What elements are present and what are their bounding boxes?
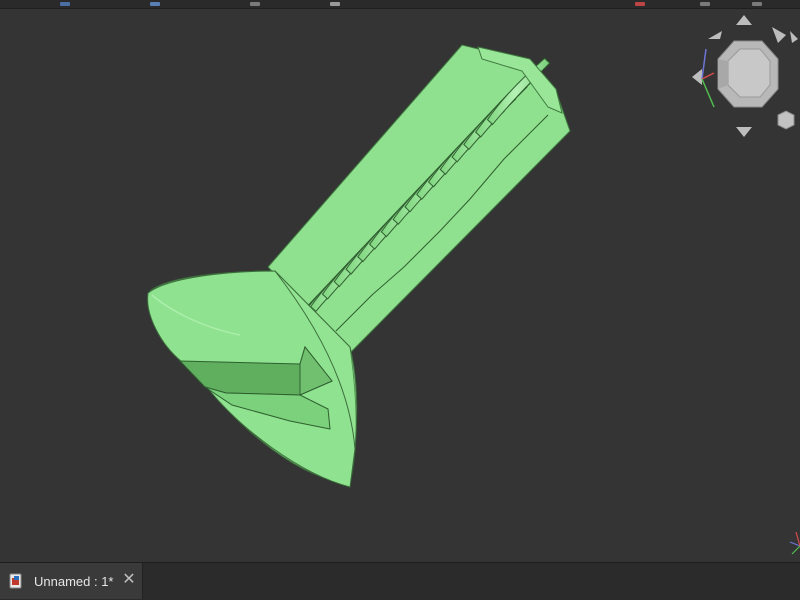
toolbar-icon[interactable] xyxy=(700,2,710,6)
view-menu-icon[interactable] xyxy=(777,110,795,130)
toolbar-icon[interactable] xyxy=(635,2,645,6)
screw-model[interactable] xyxy=(0,9,800,563)
axis-triad-icon xyxy=(701,48,715,108)
rotate-right-arrow-icon[interactable] xyxy=(772,27,786,43)
toolbar-strip xyxy=(0,0,800,9)
freecad-document-icon xyxy=(9,573,22,589)
document-tab-bar: Unnamed : 1* ✕ xyxy=(0,562,800,600)
navigation-cube[interactable] xyxy=(688,9,800,139)
screw-shank[interactable] xyxy=(267,44,571,354)
close-tab-icon[interactable]: ✕ xyxy=(122,572,136,588)
tab-unnamed-document[interactable]: Unnamed : 1* ✕ xyxy=(0,563,143,599)
toolbar-icon[interactable] xyxy=(60,2,70,6)
corner-axis-indicator-icon xyxy=(780,520,800,560)
toolbar-icon[interactable] xyxy=(330,2,340,6)
tab-label: Unnamed : 1* xyxy=(34,573,114,589)
arrow-left-icon[interactable] xyxy=(692,69,702,85)
rotate-left-arrow-icon[interactable] xyxy=(708,31,722,39)
arrow-up-icon[interactable] xyxy=(736,15,752,25)
3d-viewport[interactable] xyxy=(0,9,800,563)
toolbar-icon[interactable] xyxy=(250,2,260,6)
arrow-down-icon[interactable] xyxy=(736,127,752,137)
toolbar-icon[interactable] xyxy=(150,2,160,6)
arrow-corner-icon[interactable] xyxy=(790,31,798,43)
cad-application: Unnamed : 1* ✕ xyxy=(0,0,800,600)
toolbar-icon[interactable] xyxy=(752,2,762,6)
view-cube[interactable] xyxy=(717,40,779,108)
